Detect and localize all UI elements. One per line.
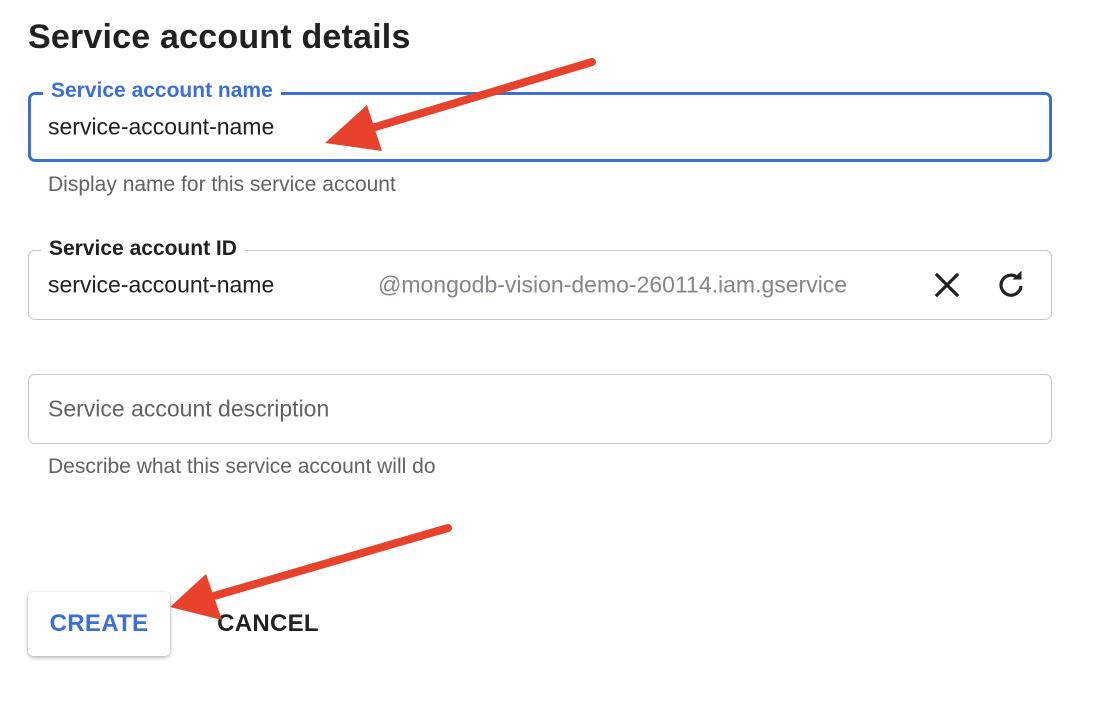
- cancel-button[interactable]: CANCEL: [206, 592, 330, 656]
- service-account-id-field[interactable]: Service account ID service-account-name …: [28, 235, 1052, 320]
- page-title: Service account details: [28, 18, 411, 56]
- service-account-name-hint: Display name for this service account: [48, 173, 396, 196]
- service-account-name-label: Service account name: [43, 77, 281, 105]
- clear-id-button[interactable]: [927, 265, 967, 305]
- service-account-name-field[interactable]: Service account name service-account-nam…: [28, 77, 1052, 162]
- service-account-id-value[interactable]: service-account-name: [48, 272, 274, 299]
- close-icon: [934, 272, 960, 298]
- service-account-form: Service account details Service account …: [0, 0, 1118, 708]
- service-account-id-label: Service account ID: [41, 235, 245, 263]
- service-account-id-domain-suffix: @mongodb-vision-demo-260114.iam.gservice: [378, 271, 848, 298]
- service-account-name-value[interactable]: service-account-name: [48, 114, 274, 141]
- service-account-description-placeholder[interactable]: Service account description: [48, 396, 329, 423]
- service-account-description-hint: Describe what this service account will …: [48, 455, 436, 478]
- create-button[interactable]: CREATE: [28, 592, 170, 656]
- refresh-icon: [999, 270, 1023, 297]
- service-account-description-field[interactable]: Service account description: [28, 374, 1052, 444]
- regenerate-id-button[interactable]: [991, 265, 1031, 305]
